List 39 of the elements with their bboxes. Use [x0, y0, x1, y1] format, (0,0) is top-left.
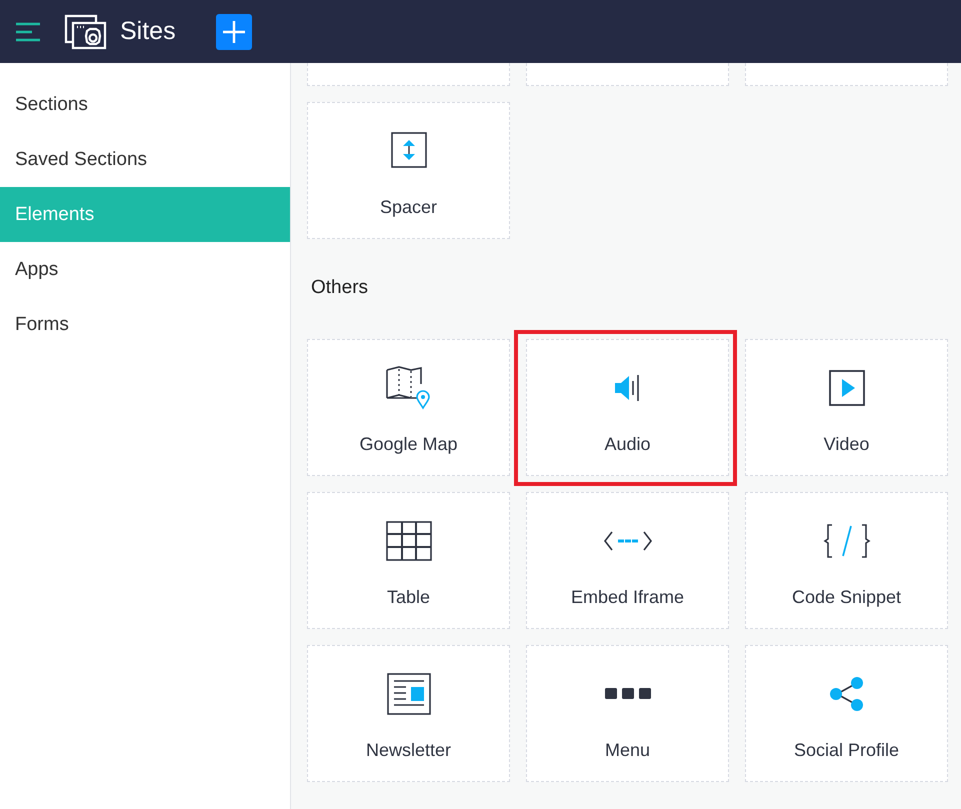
element-card[interactable]: Social Profile [745, 645, 948, 782]
menu-icon[interactable] [16, 22, 40, 42]
element-card[interactable]: Menu [526, 645, 729, 782]
card-label: Newsletter [366, 740, 452, 761]
map-pin-icon [384, 366, 432, 410]
card-label: Spacer [380, 197, 438, 218]
sidebar-item[interactable]: Apps [0, 242, 290, 297]
card-label: Google Map [359, 434, 458, 455]
sidebar-item[interactable]: Sections [0, 77, 290, 132]
card-label: Embed Iframe [570, 587, 684, 608]
element-card[interactable]: Embed Iframe [526, 492, 729, 629]
sidebar-item[interactable]: Forms [0, 297, 290, 352]
element-card[interactable]: Code Snippet [745, 492, 948, 629]
add-button[interactable] [216, 14, 252, 50]
play-icon [828, 370, 864, 406]
element-card[interactable]: Newsletter [307, 645, 510, 782]
share-icon [828, 675, 864, 713]
card-label: Table [386, 587, 430, 608]
plus-icon [222, 20, 246, 44]
brackets-dots-icon [602, 529, 652, 553]
resize-icon [390, 132, 426, 170]
element-card[interactable]: Audio [526, 339, 729, 476]
sidebar-item[interactable]: Saved Sections [0, 132, 290, 187]
card-label: Code Snippet [792, 587, 902, 608]
card-label: Video [824, 434, 870, 455]
element-card[interactable]: Spacer [307, 102, 510, 239]
app-title: Sites [120, 17, 176, 46]
three-squares-icon [604, 687, 652, 701]
newsletter-icon [386, 673, 430, 715]
windows-gear-icon [64, 14, 108, 50]
card-label: Menu [604, 740, 650, 761]
card-label: Social Profile [794, 740, 900, 761]
section-heading: Others [311, 277, 370, 299]
card-label: Audio [604, 434, 651, 455]
element-card[interactable]: Table [307, 492, 510, 629]
grid-icon [386, 521, 432, 561]
element-card[interactable]: Video [745, 339, 948, 476]
code-icon [822, 523, 872, 559]
element-card[interactable]: Google Map [307, 339, 510, 476]
